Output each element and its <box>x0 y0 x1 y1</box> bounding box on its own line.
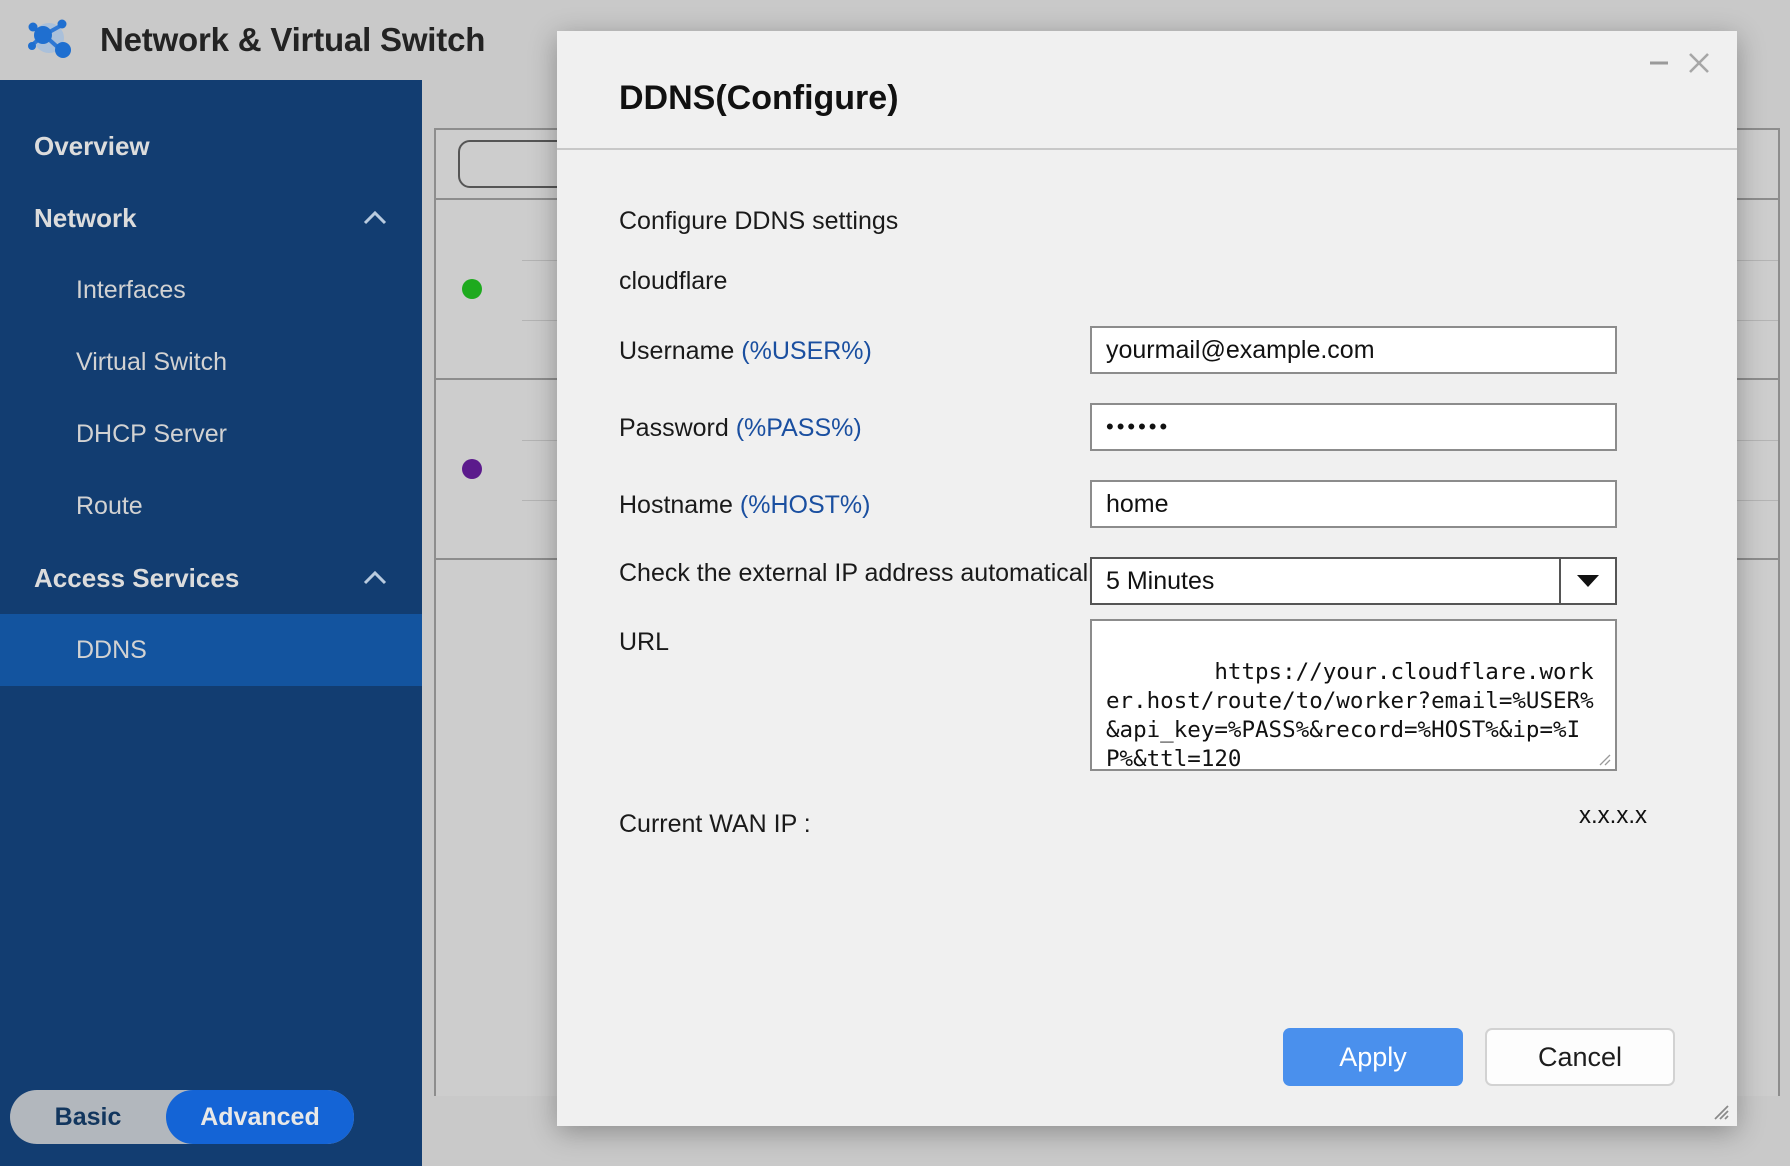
dialog-body: Configure DDNS settings cloudflare Usern… <box>557 150 1737 1010</box>
provider-name: cloudflare <box>619 267 728 295</box>
url-label: URL <box>619 628 670 656</box>
hostname-label: Hostname (%HOST%) <box>619 491 870 520</box>
password-input[interactable]: •••••• <box>1090 403 1617 451</box>
sidebar-item-network[interactable]: Network <box>0 182 422 254</box>
dialog-header: DDNS(Configure) <box>557 31 1737 150</box>
username-label-text: Username <box>619 337 735 365</box>
username-value: yourmail@example.com <box>1106 335 1375 364</box>
dialog-title: DDNS(Configure) <box>619 79 899 117</box>
network-nodes-icon <box>28 19 71 58</box>
caret-shape <box>1577 575 1599 587</box>
ddns-configure-dialog: DDNS(Configure) Configure DDNS settings … <box>557 31 1737 1126</box>
current-wan-ip-value: x.x.x.x <box>1579 802 1648 829</box>
cancel-button[interactable]: Cancel <box>1485 1028 1675 1086</box>
mode-toggle-basic[interactable]: Basic <box>10 1103 166 1132</box>
minimize-icon[interactable] <box>1647 51 1671 75</box>
sidebar-item-label: Overview <box>34 130 150 161</box>
sidebar: Overview Network Interfaces Virtual Swit… <box>0 80 422 1166</box>
mode-toggle[interactable]: Basic Advanced <box>10 1090 354 1144</box>
sidebar-item-interfaces[interactable]: Interfaces <box>0 254 422 326</box>
url-value: https://your.cloudflare.worker.host/rout… <box>1106 659 1594 771</box>
sidebar-item-overview[interactable]: Overview <box>0 110 422 182</box>
password-token: (%PASS%) <box>735 414 862 442</box>
status-dot-green <box>462 279 482 299</box>
chevron-up-icon <box>363 570 387 585</box>
mode-toggle-advanced[interactable]: Advanced <box>166 1090 354 1144</box>
resize-grip-icon[interactable] <box>1711 1102 1729 1120</box>
screen-root: Network & Virtual Switch Overview Networ… <box>0 0 1790 1166</box>
url-textarea[interactable]: https://your.cloudflare.worker.host/rout… <box>1090 619 1617 771</box>
status-dot-purple <box>462 459 482 479</box>
section-heading: Configure DDNS settings <box>619 207 899 235</box>
sidebar-item-virtual-switch[interactable]: Virtual Switch <box>0 326 422 398</box>
sidebar-item-ddns[interactable]: DDNS <box>0 614 422 686</box>
chevron-up-icon <box>363 210 387 225</box>
password-label-text: Password <box>619 414 729 442</box>
app-title: Network & Virtual Switch <box>100 21 486 58</box>
sidebar-item-dhcp-server[interactable]: DHCP Server <box>0 398 422 470</box>
password-value: •••••• <box>1106 414 1171 439</box>
username-token: (%USER%) <box>741 337 872 365</box>
sidebar-item-label: Network <box>34 202 137 233</box>
password-label: Password (%PASS%) <box>619 414 862 443</box>
check-interval-select[interactable]: 5 Minutes <box>1090 557 1617 605</box>
apply-button[interactable]: Apply <box>1283 1028 1463 1086</box>
sidebar-item-label: DHCP Server <box>76 419 227 448</box>
username-label: Username (%USER%) <box>619 337 872 366</box>
sidebar-item-label: Virtual Switch <box>76 347 227 376</box>
close-icon[interactable] <box>1685 49 1713 77</box>
username-input[interactable]: yourmail@example.com <box>1090 326 1617 374</box>
window-controls <box>1647 49 1713 77</box>
textarea-resize-grip-icon[interactable] <box>1597 752 1611 766</box>
check-interval-value: 5 Minutes <box>1106 566 1215 595</box>
chevron-down-icon[interactable] <box>1559 559 1615 603</box>
sidebar-item-label: Interfaces <box>76 275 186 304</box>
sidebar-item-label: DDNS <box>76 635 147 664</box>
check-interval-label: Check the external IP address automatica… <box>619 559 1107 587</box>
dialog-actions: Apply Cancel <box>1283 1028 1675 1086</box>
dialog-footer: Apply Cancel <box>557 1010 1737 1126</box>
current-wan-ip-label: Current WAN IP : <box>619 810 811 838</box>
sidebar-item-label: Route <box>76 491 143 520</box>
sidebar-item-label: Access Services <box>34 562 240 593</box>
sidebar-item-access-services[interactable]: Access Services <box>0 542 422 614</box>
hostname-token: (%HOST%) <box>739 491 871 519</box>
hostname-label-text: Hostname <box>619 491 733 519</box>
hostname-value: home <box>1106 489 1169 518</box>
sidebar-item-route[interactable]: Route <box>0 470 422 542</box>
hostname-input[interactable]: home <box>1090 480 1617 528</box>
